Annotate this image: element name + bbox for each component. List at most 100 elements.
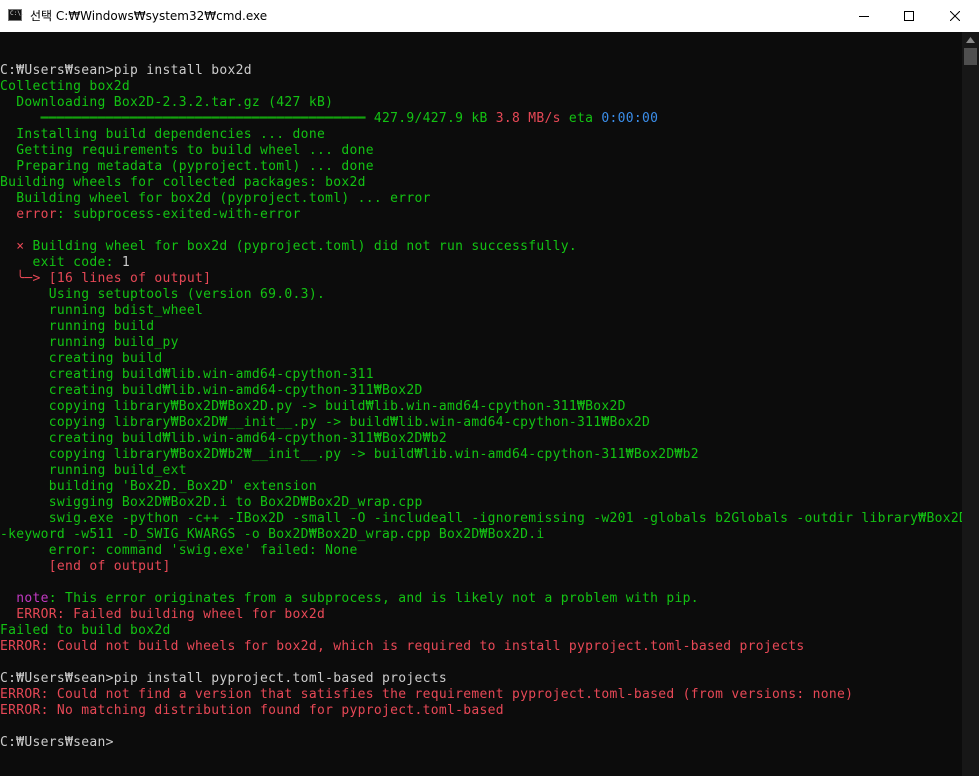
console-text: copying library₩Box2D₩Box2D.py -> build₩… (0, 399, 626, 414)
console-line: ERROR: Failed building wheel for box2d (0, 607, 962, 623)
console-text: -keyword -w511 -D_SWIG_KWARGS -o Box2D₩B… (0, 527, 545, 542)
console-line: creating build (0, 351, 962, 367)
console-text: running build (0, 319, 155, 334)
console-line: C:₩Users₩sean>pip install box2d (0, 63, 962, 79)
console-line: Using setuptools (version 69.0.3). (0, 287, 962, 303)
console-line: copying library₩Box2D₩Box2D.py -> build₩… (0, 399, 962, 415)
console-text: eta (560, 111, 602, 126)
console-line: error: command 'swig.exe' failed: None (0, 543, 962, 559)
console-text: running build_ext (0, 463, 187, 478)
console-text: error: command 'swig.exe' failed: None (0, 543, 358, 558)
console-text: [16 lines of output] (48, 271, 212, 286)
console-text: 427.9/427.9 kB (365, 111, 496, 126)
console-text: 0:00:00 (601, 111, 659, 126)
console-line: C:₩Users₩sean>pip install pyproject.toml… (0, 671, 962, 687)
console-line: exit code: 1 (0, 255, 962, 271)
console-line: copying library₩Box2D₩__init__.py -> bui… (0, 415, 962, 431)
console-line: × Building wheel for box2d (pyproject.to… (0, 239, 962, 255)
console-text: running bdist_wheel (0, 303, 204, 318)
console-line: ╰─> [16 lines of output] (0, 271, 962, 287)
console-line: swigging Box2D₩Box2D.i to Box2D₩Box2D_wr… (0, 495, 962, 511)
console-text: × (0, 239, 33, 254)
console-line: Collecting box2d (0, 79, 962, 95)
console-line: running build_ext (0, 463, 962, 479)
console-line: [end of output] (0, 559, 962, 575)
console-line: running build_py (0, 335, 962, 351)
close-button[interactable] (932, 0, 978, 32)
minimize-icon (859, 16, 869, 17)
console-line: swig.exe -python -c++ -IBox2D -small -O … (0, 511, 962, 527)
console-text: ERROR: No matching distribution found fo… (0, 703, 504, 718)
console-line: creating build₩lib.win-amd64-cpython-311… (0, 383, 962, 399)
console-text: Using setuptools (version 69.0.3). (0, 287, 326, 302)
console-line: Installing build dependencies ... done (0, 127, 962, 143)
console-text: Downloading Box2D-2.3.2.tar.gz (427 kB) (0, 95, 334, 110)
console-line: note: This error originates from a subpr… (0, 591, 962, 607)
console-line: ERROR: Could not build wheels for box2d,… (0, 639, 962, 655)
console-text: creating build (0, 351, 163, 366)
window-title: 선택 C:₩Windows₩system32₩cmd.exe (30, 9, 268, 23)
maximize-icon (904, 11, 914, 21)
close-icon (950, 11, 960, 21)
console-line: ERROR: No matching distribution found fo… (0, 703, 962, 719)
console-text: creating build₩lib.win-amd64-cpython-311… (0, 431, 447, 446)
console-output[interactable]: C:₩Users₩sean>pip install box2d Collectin… (0, 47, 962, 776)
console-text: Building wheel for box2d (pyproject.toml… (0, 191, 431, 206)
console-text: Building wheels for collected packages: … (0, 175, 366, 190)
console-text: Failed to build box2d (0, 623, 171, 638)
console-text: C:₩Users₩sean>pip install box2d (0, 63, 252, 78)
window-titlebar[interactable]: C:\. 선택 C:₩Windows₩system32₩cmd.exe (0, 0, 979, 32)
console-text: 3.8 MB/s (495, 111, 561, 126)
console-text: ERROR: Could not find a version that sat… (0, 687, 854, 702)
scroll-up-arrow-icon (966, 37, 975, 43)
console-text: error (0, 207, 57, 222)
console-text: swigging Box2D₩Box2D.i to Box2D₩Box2D_wr… (0, 495, 423, 510)
console-line: creating build₩lib.win-amd64-cpython-311 (0, 367, 962, 383)
console-text: [end of output] (0, 559, 171, 574)
console-text: building 'Box2D._Box2D' extension (0, 479, 317, 494)
console-text: C:₩Users₩sean> (0, 735, 114, 750)
console-text: exit code: (0, 255, 122, 270)
scrollbar-thumb[interactable] (964, 48, 977, 65)
console-text: creating build₩lib.win-amd64-cpython-311… (0, 383, 423, 398)
console-text: ╰─> (0, 271, 49, 286)
scroll-up-button[interactable] (962, 32, 979, 48)
console-text: copying library₩Box2D₩b2₩__init__.py -> … (0, 447, 699, 462)
console-text: creating build₩lib.win-amd64-cpython-311 (0, 367, 374, 382)
console-line: Preparing metadata (pyproject.toml) ... … (0, 159, 962, 175)
console-text: Collecting box2d (0, 79, 131, 94)
maximize-button[interactable] (886, 0, 932, 32)
console-line: Getting requirements to build wheel ... … (0, 143, 962, 159)
console-line: building 'Box2D._Box2D' extension (0, 479, 962, 495)
console-text: Getting requirements to build wheel ... … (0, 143, 374, 158)
console-line: Failed to build box2d (0, 623, 962, 639)
console-text: ERROR: Failed building wheel for box2d (0, 607, 326, 622)
console-text: 1 (121, 255, 131, 270)
cmd-app-icon[interactable]: C:\. (8, 9, 25, 21)
console-text: ━━━━━━━━━━━━━━━━━━━━━━━━━━━━━━━━━━━━━━━━ (0, 111, 366, 126)
vertical-scrollbar[interactable] (962, 32, 979, 776)
console-line: copying library₩Box2D₩b2₩__init__.py -> … (0, 447, 962, 463)
console-line: Building wheels for collected packages: … (0, 175, 962, 191)
cmd-icon-glyph: C:\. (10, 10, 25, 17)
console-line: ERROR: Could not find a version that sat… (0, 687, 962, 703)
console-text: Preparing metadata (pyproject.toml) ... … (0, 159, 374, 174)
console-text: swig.exe -python -c++ -IBox2D -small -O … (0, 511, 962, 526)
console-line: Building wheel for box2d (pyproject.toml… (0, 191, 962, 207)
console-text: C:₩Users₩sean>pip install pyproject.toml… (0, 671, 447, 686)
console-line: running build (0, 319, 962, 335)
console-text: : subprocess-exited-with-error (56, 207, 301, 222)
console-text: Building wheel for box2d (pyproject.toml… (32, 239, 578, 254)
console-line: creating build₩lib.win-amd64-cpython-311… (0, 431, 962, 447)
console-text: Installing build dependencies ... done (0, 127, 326, 142)
console-line: running bdist_wheel (0, 303, 962, 319)
console-line: -keyword -w511 -D_SWIG_KWARGS -o Box2D₩B… (0, 527, 962, 543)
minimize-button[interactable] (841, 0, 887, 32)
console-line: error: subprocess-exited-with-error (0, 207, 962, 223)
console-text: ERROR: Could not build wheels for box2d,… (0, 639, 805, 654)
